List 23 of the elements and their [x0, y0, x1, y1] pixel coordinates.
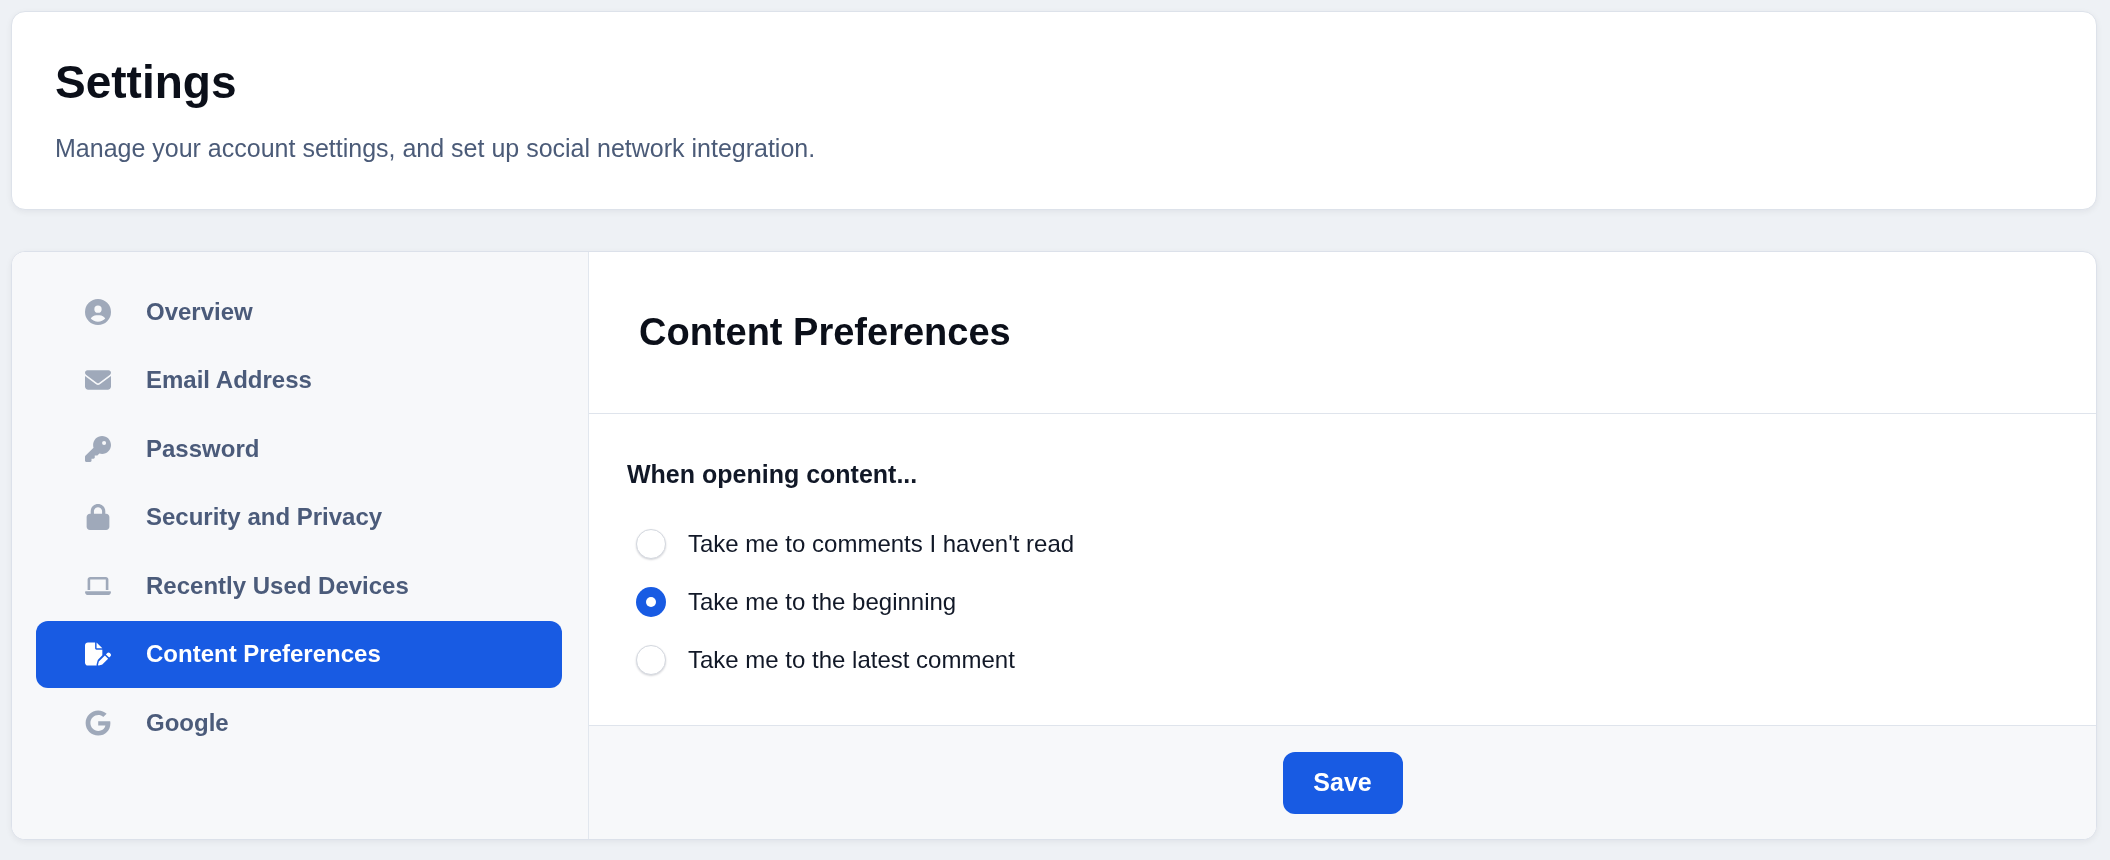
panel-title: Content Preferences — [639, 311, 1011, 354]
sidebar-item[interactable]: Recently Used Devices — [36, 552, 562, 619]
sidebar-item[interactable]: Security and Privacy — [36, 483, 562, 551]
key-icon — [85, 435, 111, 462]
google-g-icon — [85, 709, 111, 736]
file-pen-icon — [85, 641, 111, 667]
lock-icon — [85, 504, 111, 530]
save-button[interactable]: Save — [1282, 751, 1403, 814]
option-label[interactable]: Take me to comments I haven't read — [688, 530, 1075, 558]
sidebar-item[interactable]: Overview — [36, 278, 562, 345]
sidebar-item[interactable]: Password — [36, 415, 562, 482]
sidebar-item[interactable]: Email Address — [36, 346, 562, 414]
page-title: Settings — [55, 55, 237, 110]
option-label[interactable]: Take me to the latest comment — [688, 646, 1015, 674]
radio-button[interactable] — [636, 645, 666, 675]
question-label: When opening content... — [627, 459, 918, 490]
radio-button[interactable] — [636, 587, 666, 617]
sidebar-item[interactable]: Google — [36, 689, 562, 756]
sidebar-item[interactable]: Content Preferences — [36, 620, 562, 688]
envelope-icon — [85, 367, 111, 393]
radio-button[interactable] — [636, 529, 666, 559]
option-label[interactable]: Take me to the beginning — [688, 588, 957, 616]
page-subtitle: Manage your account settings, and set up social network integration. — [55, 133, 816, 164]
